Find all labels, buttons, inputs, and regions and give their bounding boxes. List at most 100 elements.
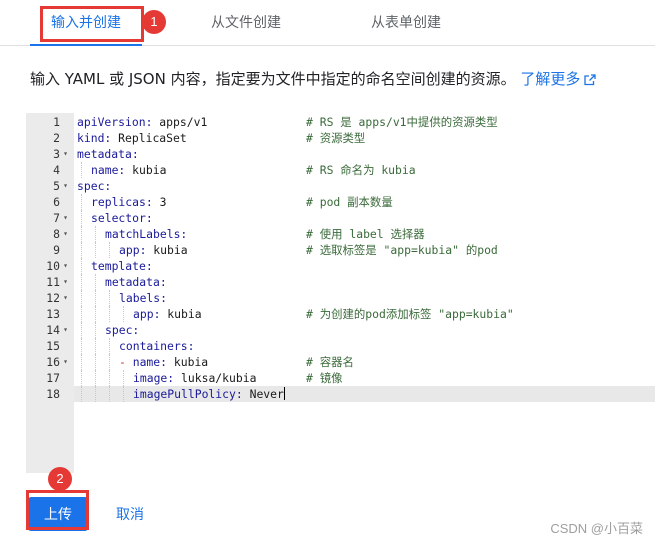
- code-text: replicas: 3: [91, 194, 166, 210]
- indent-guide: [123, 386, 124, 402]
- yaml-comment: # pod 副本数量: [306, 195, 393, 209]
- fold-toggle-icon[interactable]: ▾: [61, 258, 70, 274]
- line-number: 12: [46, 291, 60, 305]
- learn-more-link[interactable]: 了解更多: [520, 70, 597, 88]
- yaml-key: image:: [133, 371, 175, 385]
- yaml-key: name:: [132, 355, 168, 369]
- yaml-value: luksa/kubia: [174, 371, 257, 385]
- indent-guide: [81, 306, 82, 322]
- fold-toggle-icon[interactable]: ▾: [61, 274, 70, 290]
- fold-toggle-icon[interactable]: ▾: [61, 226, 70, 242]
- fold-toggle-icon[interactable]: ▾: [61, 210, 70, 226]
- code-line: 11 ▾ metadata:: [46, 274, 655, 290]
- tab-file-create[interactable]: 从文件创建: [190, 0, 302, 46]
- line-number: 10: [46, 259, 60, 273]
- code-line: 18 imagePullPolicy: Never: [46, 386, 655, 402]
- code-line: 2 kind: ReplicaSet # 资源类型: [53, 130, 655, 146]
- indent-guide: [81, 242, 82, 258]
- yaml-value: kubia: [160, 307, 202, 321]
- yaml-key: spec:: [105, 323, 140, 337]
- annotation-badge-1: 1: [142, 10, 166, 34]
- line-number: 7: [53, 211, 60, 225]
- line-number: 9: [53, 243, 60, 257]
- code-line: 3 ▾ metadata:: [53, 146, 655, 162]
- yaml-key: replicas:: [91, 195, 153, 209]
- indent-guide: [81, 386, 82, 402]
- code-text: spec:: [105, 322, 139, 338]
- line-number: 2: [53, 131, 60, 145]
- cancel-button[interactable]: 取消: [104, 497, 156, 531]
- code-text: matchLabels:: [105, 226, 187, 242]
- code-line: 6 replicas: 3 # pod 副本数量: [53, 194, 655, 210]
- yaml-value: kubia: [167, 355, 209, 369]
- yaml-editor[interactable]: 1 apiVersion: apps/v1 # RS 是 apps/v1中提供的资源…: [26, 113, 655, 473]
- line-number: 8: [53, 227, 60, 241]
- code-line: 17 image: luksa/kubia # 镜像: [46, 370, 655, 386]
- description-text: 输入 YAML 或 JSON 内容，指定要为文件中指定的命名空间创建的资源。: [30, 70, 516, 88]
- fold-toggle-icon[interactable]: ▾: [61, 322, 70, 338]
- indent-guide: [81, 370, 82, 386]
- indent-guide: [95, 322, 96, 338]
- tab-form-create[interactable]: 从表单创建: [350, 0, 462, 46]
- list-dash: -: [119, 355, 133, 369]
- fold-toggle-icon[interactable]: ▾: [61, 290, 70, 306]
- fold-toggle-icon[interactable]: ▾: [61, 178, 70, 194]
- code-line: 1 apiVersion: apps/v1 # RS 是 apps/v1中提供的资源…: [53, 114, 655, 130]
- indent-guide: [95, 306, 96, 322]
- tab-form-create-label: 从表单创建: [371, 15, 441, 31]
- indent-guide: [81, 162, 82, 178]
- code-area[interactable]: 1 apiVersion: apps/v1 # RS 是 apps/v1中提供的资源…: [46, 113, 655, 473]
- line-number: 18: [46, 387, 60, 401]
- code-line: 15 containers:: [46, 338, 655, 354]
- yaml-value: ReplicaSet: [111, 131, 187, 145]
- code-line: 9 app: kubia # 选取标签是 "app=kubia" 的pod: [53, 242, 655, 258]
- tab-bar: 输入并创建 从文件创建 从表单创建: [0, 0, 655, 46]
- yaml-key: containers:: [119, 339, 195, 353]
- yaml-key: metadata:: [77, 147, 139, 161]
- indent-guide: [109, 386, 110, 402]
- line-number: 6: [53, 195, 60, 209]
- code-text: - name: kubia: [119, 354, 208, 370]
- yaml-key: metadata:: [105, 275, 167, 289]
- line-number: 14: [46, 323, 60, 337]
- indent-guide: [95, 274, 96, 290]
- code-text: spec:: [77, 178, 111, 194]
- yaml-key: app:: [133, 307, 161, 321]
- indent-guide: [95, 338, 96, 354]
- indent-guide: [81, 274, 82, 290]
- code-text: template:: [91, 258, 153, 274]
- indent-guide: [81, 338, 82, 354]
- code-line: 10 ▾ template:: [46, 258, 655, 274]
- indent-guide: [95, 242, 96, 258]
- yaml-key: labels:: [119, 291, 168, 305]
- yaml-key: app:: [119, 243, 147, 257]
- code-line: 8 ▾ matchLabels: # 使用 label 选择器: [53, 226, 655, 242]
- yaml-value: 3: [152, 195, 167, 209]
- yaml-key: kind:: [77, 131, 112, 145]
- fold-toggle-icon[interactable]: ▾: [61, 354, 70, 370]
- indent-guide: [81, 322, 82, 338]
- tab-input-create[interactable]: 输入并创建: [30, 0, 142, 46]
- upload-button[interactable]: 上传: [28, 497, 88, 531]
- indent-guide: [81, 210, 82, 226]
- code-text: labels:: [119, 290, 167, 306]
- line-number: 11: [46, 275, 60, 289]
- yaml-key: imagePullPolicy:: [133, 387, 243, 401]
- yaml-value: kubia: [146, 243, 188, 257]
- indent-guide: [81, 290, 82, 306]
- yaml-value: apps/v1: [152, 115, 208, 129]
- line-number: 13: [46, 307, 60, 321]
- watermark: CSDN @小百菜: [550, 521, 643, 536]
- yaml-comment: # 镜像: [306, 371, 343, 385]
- indent-guide: [109, 338, 110, 354]
- indent-guide: [123, 306, 124, 322]
- tab-input-create-label: 输入并创建: [51, 15, 121, 31]
- code-line: 14 ▾ spec:: [46, 322, 655, 338]
- fold-toggle-icon[interactable]: ▾: [61, 146, 70, 162]
- indent-guide: [81, 194, 82, 210]
- code-line: 4 name: kubia # RS 命名为 kubia: [53, 162, 655, 178]
- code-text: app: kubia: [119, 242, 188, 258]
- yaml-comment: # 使用 label 选择器: [306, 227, 425, 241]
- yaml-key: name:: [91, 163, 126, 177]
- yaml-value: kubia: [125, 163, 167, 177]
